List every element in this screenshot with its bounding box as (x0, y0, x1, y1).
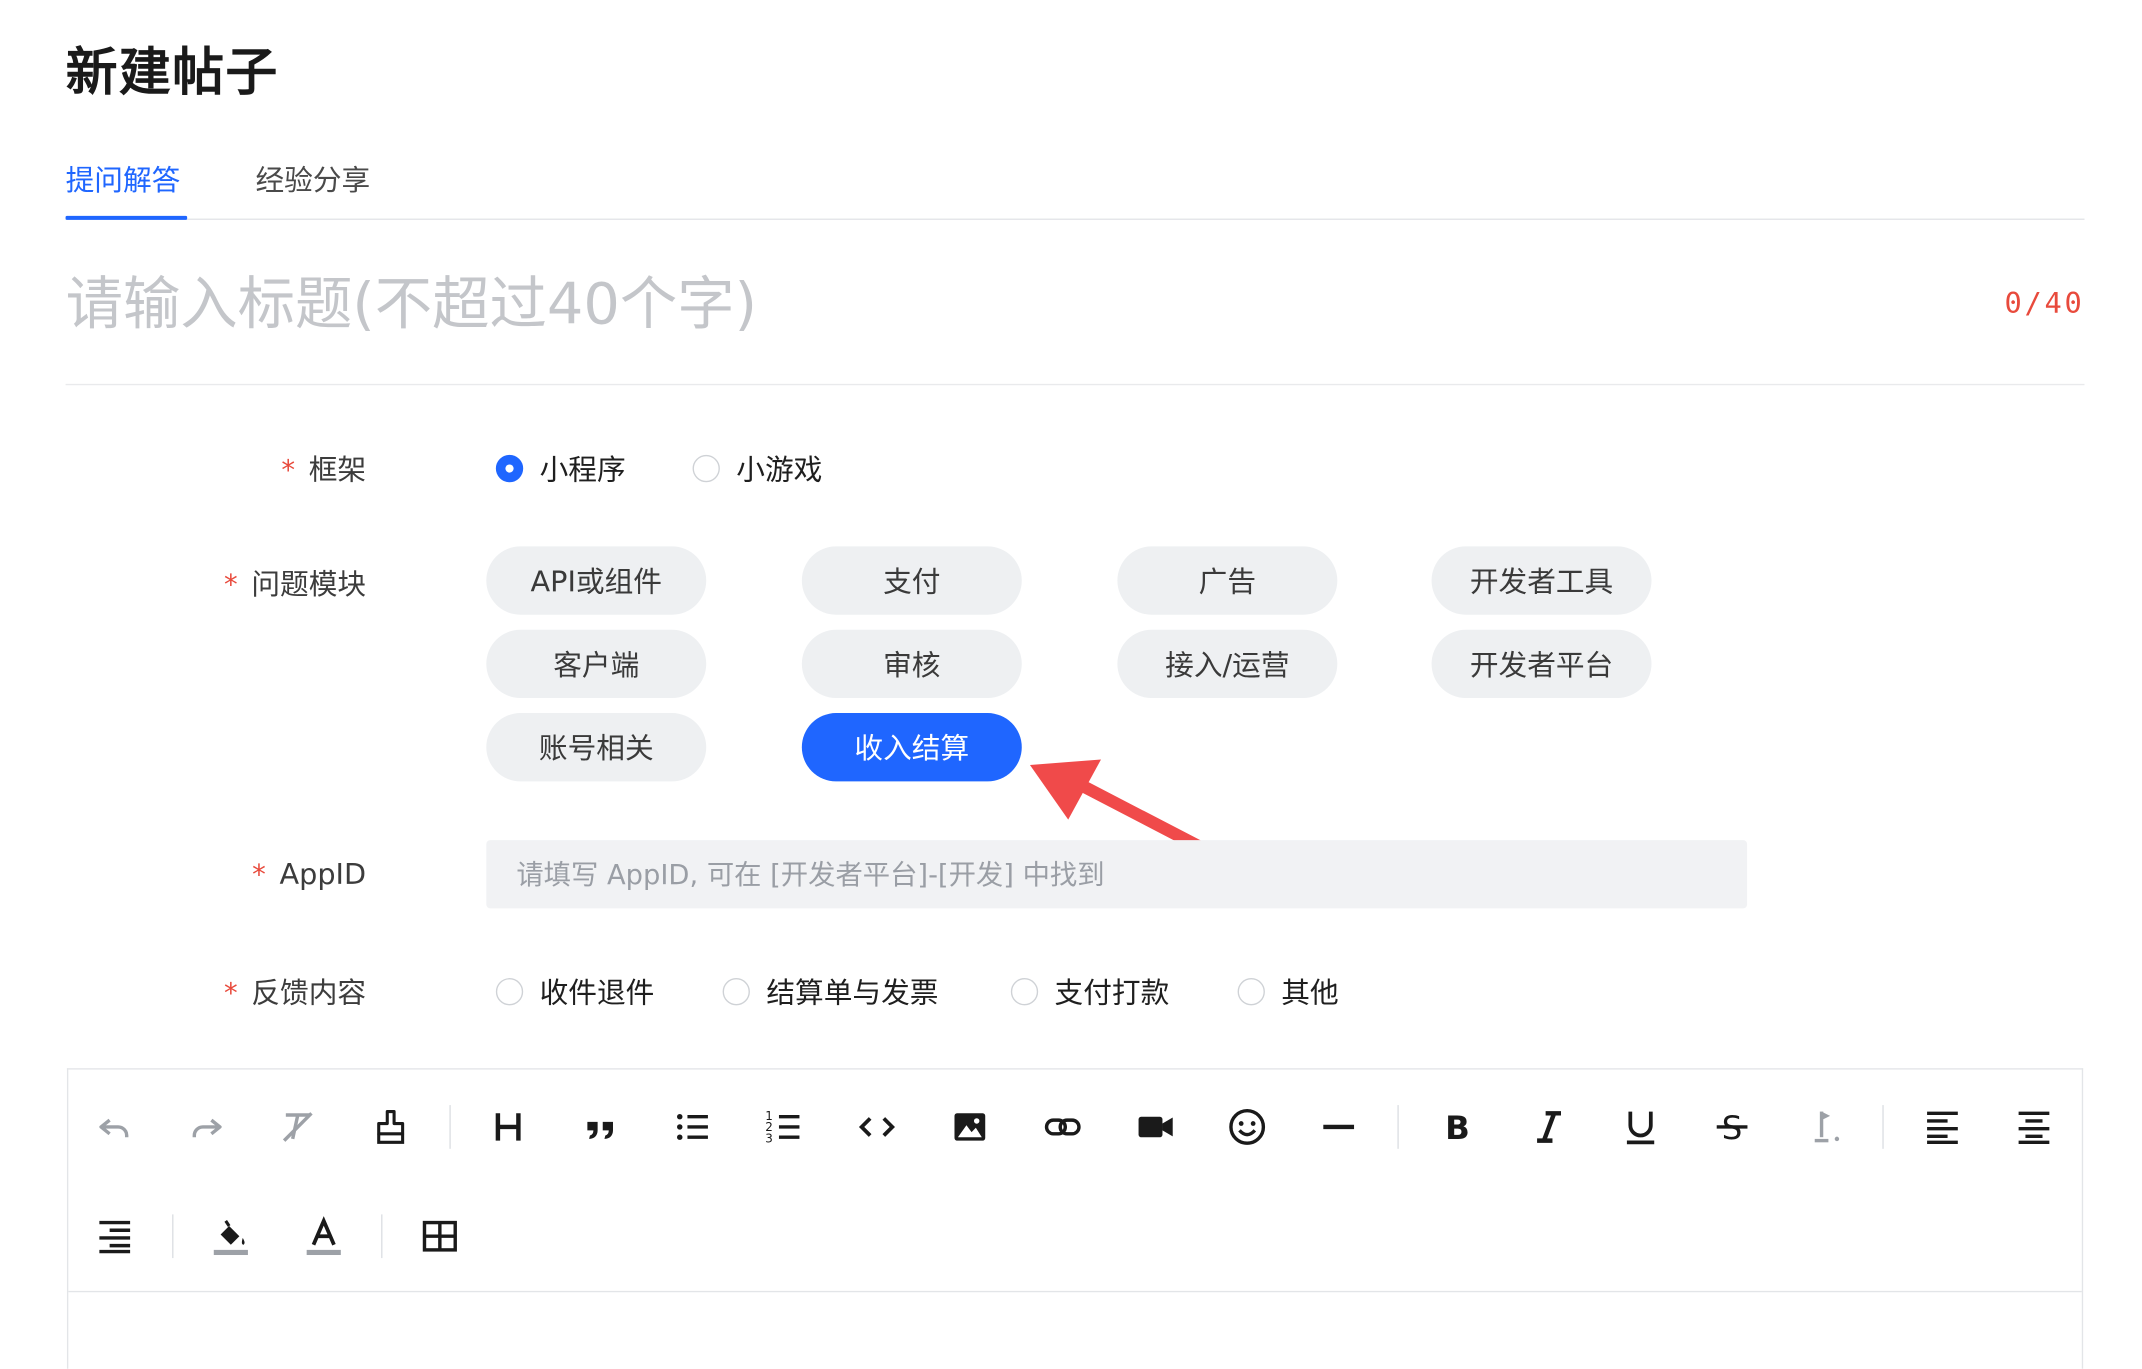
background-color-icon[interactable] (204, 1209, 259, 1264)
link-icon[interactable] (1035, 1100, 1090, 1155)
post-type-tabs: 提问解答 经验分享 (65, 142, 2085, 220)
indent-icon[interactable] (1798, 1100, 1853, 1155)
title-input[interactable] (65, 259, 1978, 347)
required-mark: * (224, 568, 238, 602)
chip-api-component[interactable]: API或组件 (486, 546, 707, 615)
toolbar-separator (1397, 1105, 1399, 1149)
required-mark: * (224, 976, 238, 1010)
radio-statement-invoice[interactable]: 结算单与发票 (722, 971, 939, 1012)
appid-label: * AppID (252, 857, 367, 891)
format-painter-icon[interactable] (363, 1100, 418, 1155)
align-center-icon[interactable] (2007, 1100, 2062, 1155)
radio-checked-icon (495, 454, 524, 483)
title-char-counter: 0/40 (2004, 286, 2085, 320)
redo-icon[interactable] (179, 1100, 234, 1155)
video-icon[interactable] (1128, 1100, 1183, 1155)
chip-payment[interactable]: 支付 (801, 546, 1022, 615)
required-mark: * (281, 453, 296, 487)
radio-other[interactable]: 其他 (1237, 971, 1339, 1012)
radio-mini-program[interactable]: 小程序 (495, 448, 626, 489)
active-tab-indicator (65, 215, 188, 220)
image-icon[interactable] (943, 1100, 998, 1155)
toolbar-separator (1882, 1105, 1884, 1149)
bullet-list-icon[interactable] (665, 1100, 720, 1155)
radio-label: 结算单与发票 (766, 976, 939, 1010)
toolbar-separator (449, 1105, 451, 1149)
numbered-list-icon[interactable]: 123 (757, 1100, 812, 1155)
radio-label: 小游戏 (736, 453, 823, 487)
chip-dev-platform[interactable]: 开发者平台 (1431, 629, 1652, 699)
radio-label: 小程序 (539, 453, 626, 487)
divider-line-icon[interactable] (1311, 1100, 1366, 1155)
toolbar-separator (172, 1214, 174, 1259)
svg-text:B: B (1445, 1109, 1470, 1147)
chip-account[interactable]: 账号相关 (486, 713, 707, 782)
editor-content-divider (68, 1290, 2082, 1293)
radio-unchecked-icon (692, 454, 720, 483)
svg-text:3: 3 (765, 1131, 773, 1145)
radio-label: 支付打款 (1054, 976, 1170, 1010)
chip-ads[interactable]: 广告 (1117, 546, 1338, 615)
undo-icon[interactable] (87, 1100, 142, 1155)
radio-label: 其他 (1281, 976, 1339, 1010)
strikethrough-icon[interactable]: S (1705, 1100, 1760, 1155)
font-color-icon[interactable] (296, 1209, 351, 1264)
appid-input[interactable] (486, 840, 1748, 909)
underline-icon[interactable] (1613, 1100, 1668, 1155)
title-divider (65, 383, 2085, 386)
align-left-icon[interactable] (1915, 1100, 1970, 1155)
radio-payment-transfer[interactable]: 支付打款 (1010, 971, 1170, 1012)
code-icon[interactable] (850, 1100, 905, 1155)
bold-icon[interactable]: B (1430, 1100, 1485, 1155)
tab-qa[interactable]: 提问解答 (66, 158, 181, 199)
radio-unchecked-icon (722, 978, 750, 1006)
italic-icon[interactable] (1522, 1100, 1577, 1155)
page-title: 新建帖子 (65, 42, 279, 103)
chip-access-operation[interactable]: 接入/运营 (1117, 629, 1338, 699)
chip-dev-tools[interactable]: 开发者工具 (1431, 546, 1652, 615)
new-post-page: 新建帖子 提问解答 经验分享 0/40 *框架 小程序 小游戏 *问题模块 AP… (0, 0, 2142, 1369)
blockquote-icon[interactable] (574, 1100, 629, 1155)
chip-revenue-settlement[interactable]: 收入结算 (801, 713, 1022, 782)
radio-unchecked-icon (1010, 978, 1039, 1006)
tab-experience-share[interactable]: 经验分享 (255, 158, 370, 199)
clear-format-icon[interactable] (270, 1100, 325, 1155)
emoji-icon[interactable] (1220, 1100, 1275, 1155)
required-mark: * (252, 857, 266, 891)
toolbar-separator (381, 1214, 383, 1259)
radio-label: 收件退件 (539, 976, 655, 1010)
module-label: * 问题模块 (224, 568, 367, 602)
align-right-icon[interactable] (87, 1209, 142, 1264)
feedback-label: * 反馈内容 (224, 976, 367, 1010)
heading-icon[interactable] (481, 1100, 536, 1155)
radio-mini-game[interactable]: 小游戏 (692, 448, 823, 489)
chip-review[interactable]: 审核 (801, 629, 1022, 699)
radio-return-mail[interactable]: 收件退件 (495, 971, 655, 1012)
radio-unchecked-icon (1237, 978, 1265, 1006)
framework-label: * 框架 (281, 453, 367, 487)
chip-client[interactable]: 客户端 (486, 629, 707, 699)
table-icon[interactable] (413, 1209, 468, 1264)
radio-unchecked-icon (495, 978, 524, 1006)
rich-text-editor: 123 B S (66, 1068, 2084, 1369)
